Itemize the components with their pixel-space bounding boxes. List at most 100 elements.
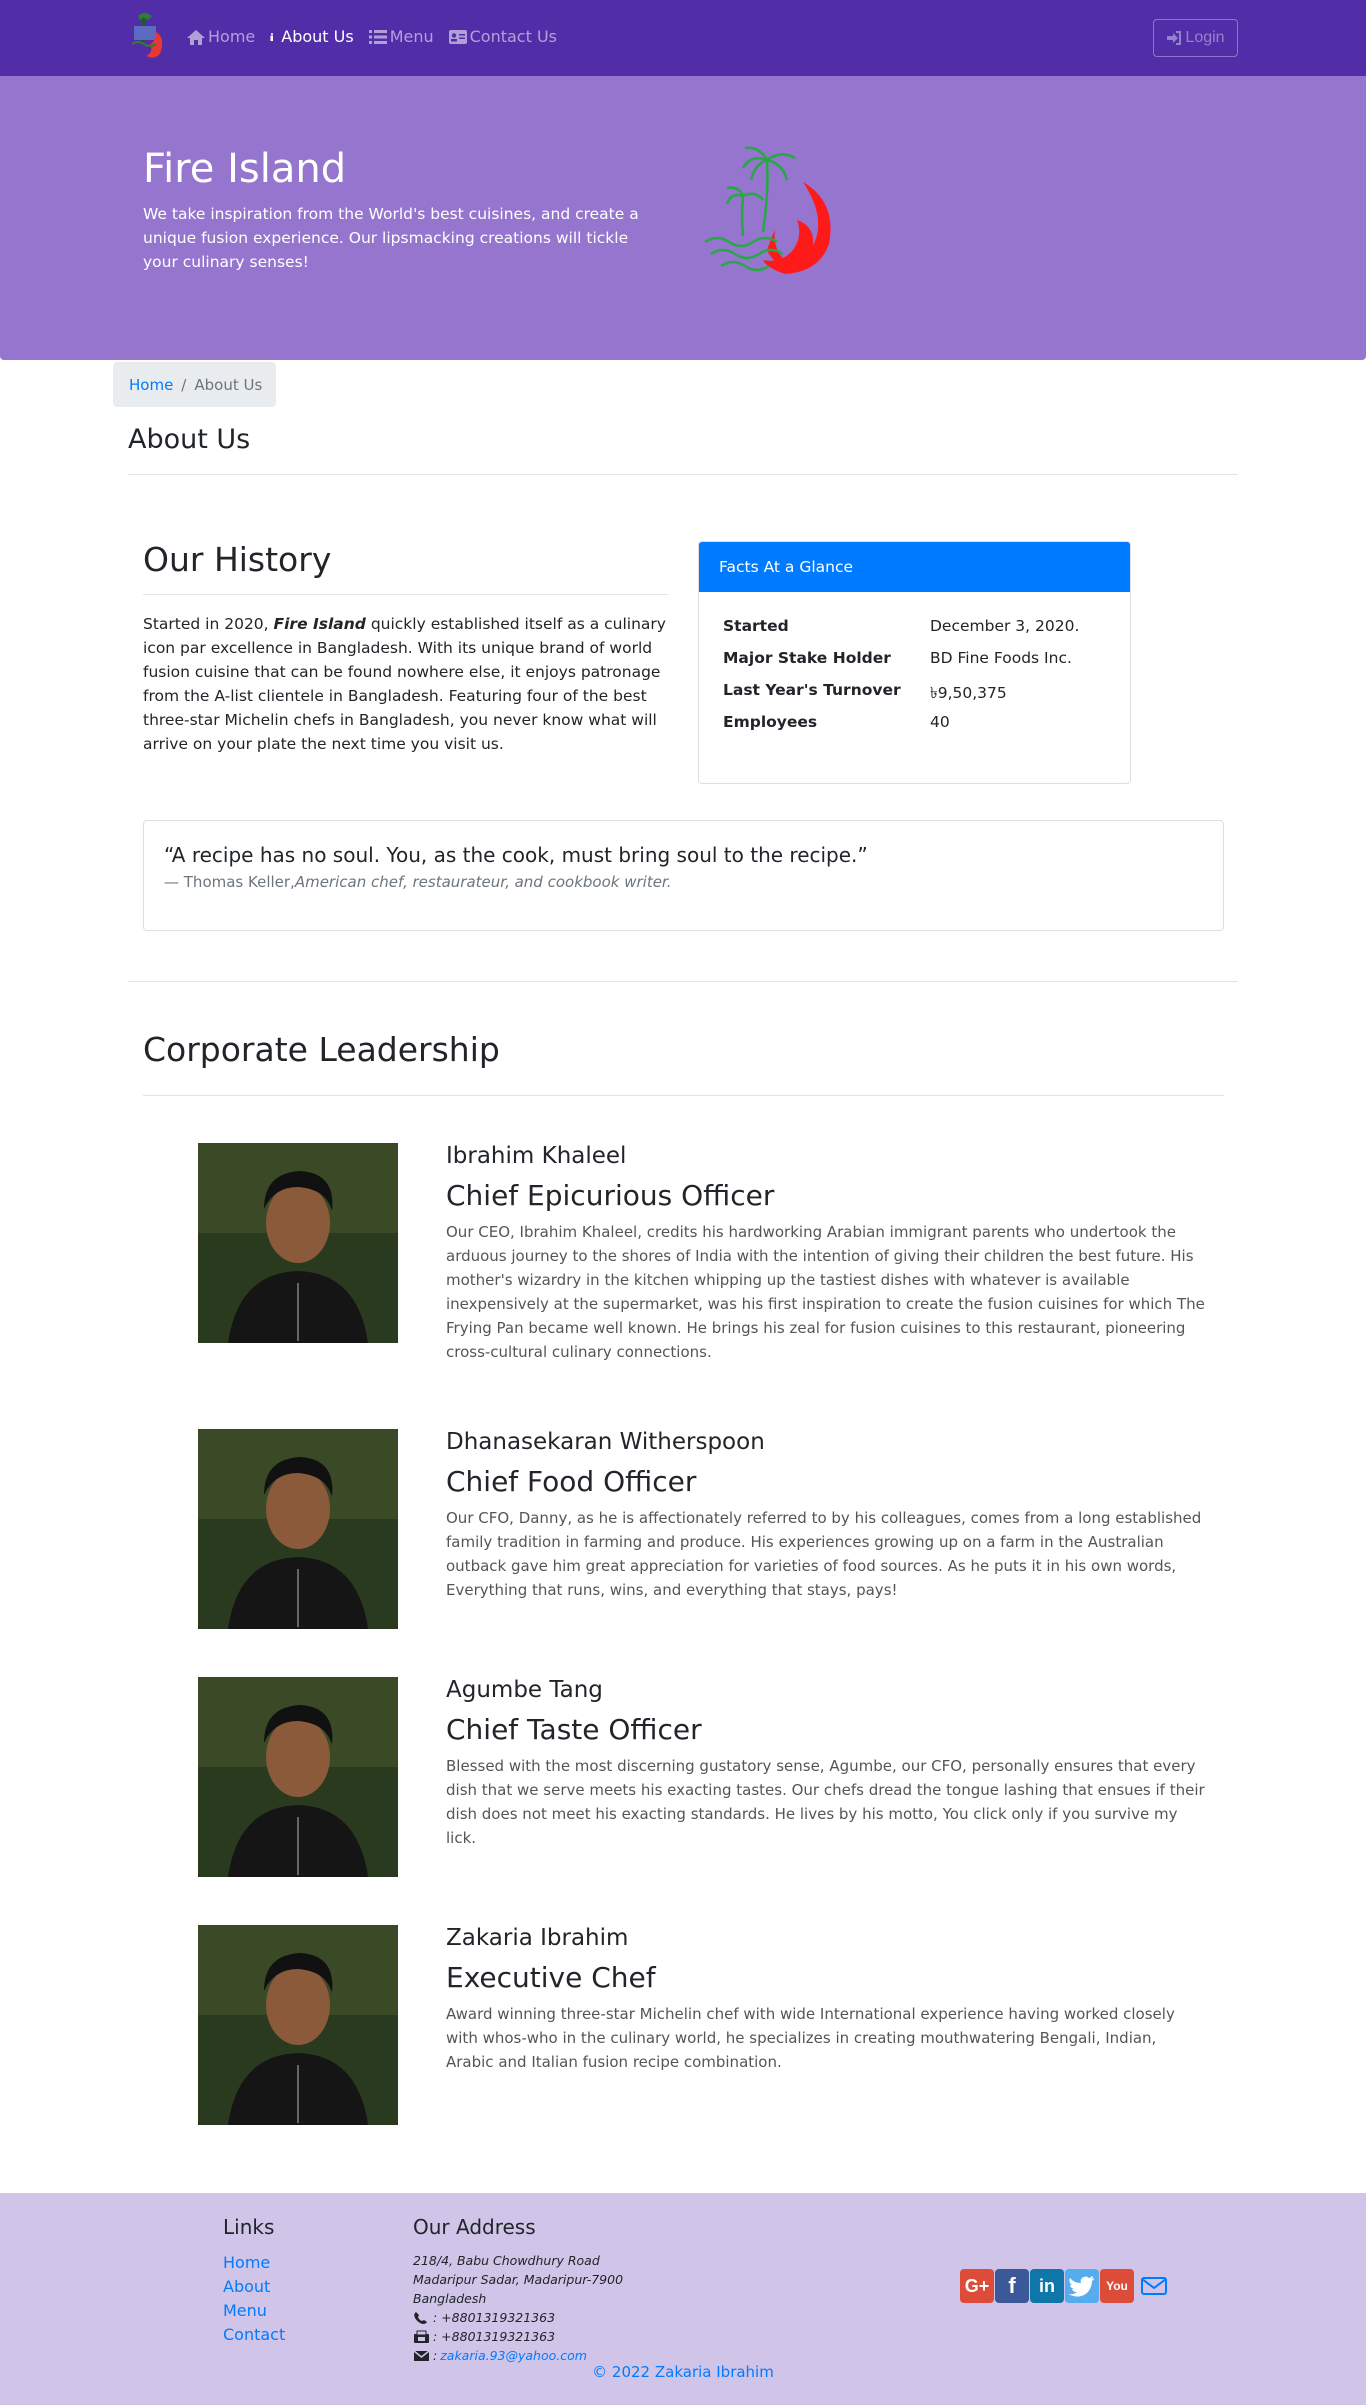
history-text-start: Started in 2020,: [143, 615, 274, 633]
nav-about-label: About Us: [281, 27, 354, 46]
quote-footer: — Thomas Keller,American chef, restaurat…: [164, 873, 1203, 891]
fact-label: Employees: [723, 713, 818, 731]
copyright: © 2022 Zakaria Ibrahim: [592, 2363, 774, 2381]
history-divider: [143, 594, 668, 595]
leader-name: Dhanasekaran Witherspoon: [446, 1429, 765, 1455]
leader-name: Zakaria Ibrahim: [446, 1925, 629, 1951]
fact-value: December 3, 2020.: [930, 617, 1080, 635]
phone-number: : +8801319321363: [433, 2310, 556, 2325]
leader-role: Executive Chef: [446, 1961, 656, 1994]
twitter-bird-icon: [1068, 2276, 1094, 2297]
mail-icon[interactable]: [1135, 2269, 1173, 2303]
leader-role: Chief Taste Officer: [446, 1713, 702, 1746]
info-icon: [270, 32, 274, 41]
leader-photo: [198, 1677, 398, 1877]
quote-card: “A recipe has no soul. You, as the cook,…: [143, 820, 1224, 931]
breadcrumb-current: About Us: [194, 375, 263, 394]
leader-info: Ibrahim Khaleel Chief Epicurious Officer…: [446, 1143, 1206, 1364]
fire-island-logo: [704, 146, 831, 274]
fax-number: : +8801319321363: [433, 2329, 556, 2344]
fact-label: Major Stake Holder: [723, 649, 891, 667]
footer-link-contact[interactable]: Contact: [223, 2325, 285, 2344]
fact-row: Started December 3, 2020.: [723, 617, 1130, 649]
phone-icon: [414, 2311, 427, 2324]
person-photo-icon: [198, 1429, 398, 1629]
leader-bio: Our CFO, Danny, as he is affectionately …: [446, 1509, 1202, 1599]
youtube-icon[interactable]: You: [1100, 2269, 1134, 2303]
social-links: G+ f in You: [960, 2269, 1173, 2303]
facts-header: Facts At a Glance: [699, 542, 1130, 592]
fire-island-logo[interactable]: [128, 10, 174, 62]
person-photo-icon: [198, 1143, 398, 1343]
page-title: About Us: [128, 424, 251, 455]
nav-menu-label: Menu: [389, 27, 434, 46]
leader-photo: [198, 1925, 398, 2125]
fact-value: BD Fine Foods Inc.: [930, 649, 1072, 667]
footer-link-home[interactable]: Home: [223, 2253, 270, 2272]
facts-body: Started December 3, 2020. Major Stake Ho…: [699, 592, 1130, 745]
nav-menu[interactable]: Menu: [368, 27, 434, 46]
nav-home-label: Home: [208, 27, 256, 46]
leadership-title: Corporate Leadership: [143, 1030, 500, 1069]
leader-role: Chief Epicurious Officer: [446, 1179, 775, 1212]
title-divider: [128, 474, 1238, 475]
quote-author: — Thomas Keller,: [164, 873, 295, 891]
address-line: 218/4, Babu Chowdhury Road: [413, 2253, 600, 2268]
person-photo-icon: [198, 1677, 398, 1877]
quote-source: American chef, restaurateur, and cookboo…: [294, 873, 672, 891]
phone-line: : +8801319321363: [413, 2308, 623, 2327]
leader-role: Chief Food Officer: [446, 1465, 697, 1498]
footer-address: 218/4, Babu Chowdhury Road Madaripur Sad…: [413, 2251, 623, 2365]
login-button[interactable]: Login: [1153, 19, 1238, 57]
footer-link-about[interactable]: About: [223, 2277, 270, 2296]
fact-row: Major Stake Holder BD Fine Foods Inc.: [723, 649, 1130, 681]
history-brand: Fire Island: [273, 615, 366, 633]
breadcrumb-separator: /: [181, 375, 187, 394]
section-divider: [128, 981, 1238, 982]
leader-name: Ibrahim Khaleel: [446, 1143, 627, 1169]
google-plus-icon[interactable]: G+: [960, 2269, 994, 2303]
jumbotron: Fire Island We take inspiration from the…: [0, 76, 1366, 360]
history-text-end: quickly established itself as a culinary…: [143, 615, 666, 753]
envelope-icon: [413, 2349, 430, 2361]
quote-text: “A recipe has no soul. You, as the cook,…: [164, 843, 868, 867]
footer: Links Home About Menu Contact Our Addres…: [0, 2193, 1366, 2405]
login-label: Login: [1185, 29, 1225, 46]
fact-value: ৳9,50,375: [930, 684, 1007, 702]
twitter-icon[interactable]: [1065, 2269, 1099, 2303]
leader-photo: [198, 1143, 398, 1343]
footer-links: Home About Menu Contact: [223, 2251, 285, 2347]
fax-line: : +8801319321363: [413, 2327, 623, 2346]
history-text: Started in 2020, Fire Island quickly est…: [143, 612, 668, 756]
list-icon: [368, 29, 387, 44]
fact-label: Last Year's Turnover: [723, 681, 901, 699]
leader-info: Agumbe Tang Chief Taste Officer Blessed …: [446, 1677, 1206, 1850]
leader-name: Agumbe Tang: [446, 1677, 603, 1703]
fact-row: Employees 40: [723, 713, 1130, 745]
navbar: Home About Us Menu Contact Us Login: [0, 0, 1366, 76]
facebook-icon[interactable]: f: [995, 2269, 1029, 2303]
jumbotron-text: We take inspiration from the World's bes…: [143, 205, 639, 271]
leader-info: Dhanasekaran Witherspoon Chief Food Offi…: [446, 1429, 1206, 1602]
leadership-divider: [143, 1095, 1224, 1096]
leader-bio: Our CEO, Ibrahim Khaleel, credits his ha…: [446, 1223, 1205, 1361]
footer-links-title: Links: [223, 2215, 275, 2239]
history-title: Our History: [143, 540, 332, 579]
nav-contact[interactable]: Contact Us: [448, 27, 557, 46]
footer-link-menu[interactable]: Menu: [223, 2301, 267, 2320]
home-icon: [187, 29, 205, 45]
person-photo-icon: [198, 1925, 398, 2125]
breadcrumb-home-link[interactable]: Home: [129, 376, 173, 394]
nav-about[interactable]: About Us: [269, 27, 354, 46]
address-line: Madaripur Sadar, Madaripur-7900: [413, 2272, 624, 2287]
sign-in-icon: [1167, 31, 1182, 45]
nav-home[interactable]: Home: [186, 27, 255, 46]
leader-photo: [198, 1429, 398, 1629]
fact-label: Started: [723, 617, 789, 635]
leader-bio: Blessed with the most discerning gustato…: [446, 1757, 1205, 1847]
facts-card: Facts At a Glance Started December 3, 20…: [698, 541, 1131, 784]
nav-contact-label: Contact Us: [469, 27, 558, 46]
footer-address-title: Our Address: [413, 2215, 536, 2239]
envelope-outline-icon: [1141, 2277, 1167, 2295]
linkedin-icon[interactable]: in: [1030, 2269, 1064, 2303]
